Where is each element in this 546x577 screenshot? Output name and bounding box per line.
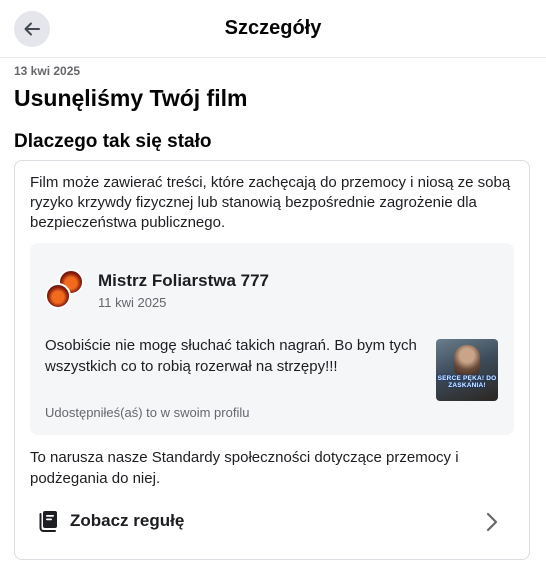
view-rule-link[interactable]: Zobacz regułę <box>15 501 529 547</box>
post-date: 11 kwi 2025 <box>98 295 167 310</box>
post-preview: Mistrz Foliarstwa 777 11 kwi 2025 Osobiś… <box>30 243 514 435</box>
header-title: Szczegóły <box>224 17 322 39</box>
thumbnail-figure <box>454 345 480 375</box>
thumbnail-caption: SERCE PĘKA! DO ZASKANIA! <box>437 375 497 389</box>
post-author: Mistrz Foliarstwa 777 <box>98 271 270 290</box>
header-bar: Szczegóły <box>0 0 546 58</box>
notice-date: 13 kwi 2025 <box>14 64 81 78</box>
chevron-right-icon <box>486 512 498 532</box>
avatar-secondary <box>45 283 71 309</box>
view-rule-label: Zobacz regułę <box>70 511 185 530</box>
section-title: Dlaczego tak się stało <box>14 131 212 152</box>
violation-text: To narusza nasze Standardy społeczności … <box>30 449 459 487</box>
shared-note: Udostępniłeś(aś) to w swoim profilu <box>45 405 250 420</box>
rulebook-icon <box>39 511 57 532</box>
post-text: Osobiście nie mogę słuchać takich nagrań… <box>45 337 417 375</box>
author-avatar <box>45 269 91 315</box>
removal-reason: Film może zawierać treści, które zachęca… <box>30 174 511 231</box>
post-thumbnail[interactable]: SERCE PĘKA! DO ZASKANIA! <box>436 339 498 401</box>
page-title: Usunęliśmy Twój film <box>14 85 248 111</box>
details-card: Film może zawierać treści, które zachęca… <box>14 160 530 560</box>
